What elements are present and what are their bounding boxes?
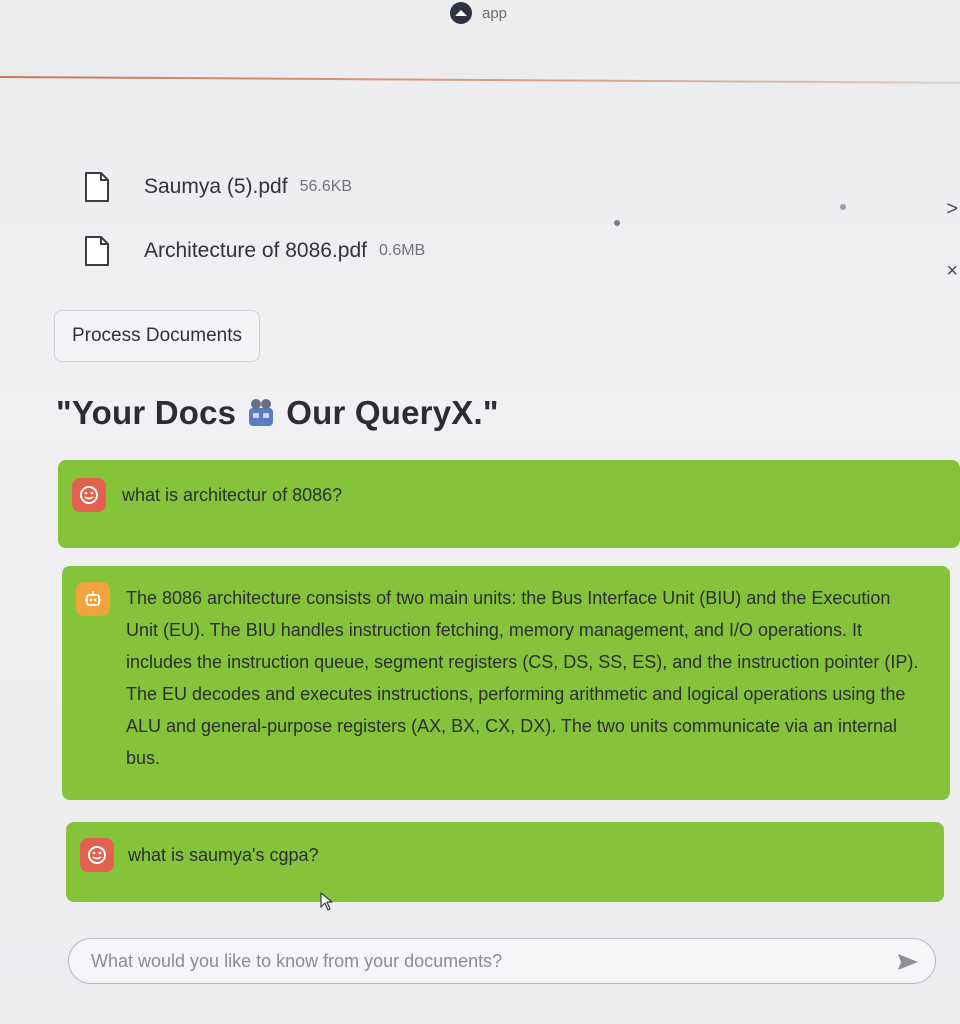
title-left: "Your Docs	[56, 394, 237, 431]
main-content: Saumya (5).pdf 56.6KB Architecture of 80…	[0, 80, 960, 1024]
uploaded-file-item: Architecture of 8086.pdf 0.6MB	[84, 234, 425, 268]
app-name: app	[482, 4, 508, 22]
message-text: what is architectur of 8086?	[122, 485, 343, 505]
file-icon	[85, 172, 109, 202]
page-title: "Your Docs Our QueryX."	[56, 394, 499, 432]
app-page: app Saumya (5).pdf 56.6KB Architecture o…	[0, 0, 960, 1024]
send-arrow-icon[interactable]	[895, 949, 921, 975]
top-bar: app	[0, 0, 960, 33]
message-text: what is saumya's cgpa?	[128, 845, 319, 865]
loading-dot	[840, 204, 846, 210]
chat-message-user: what is saumya's cgpa?	[66, 822, 944, 902]
bot-icon	[76, 582, 110, 616]
chat-message-user: what is architectur of 8086?	[58, 460, 960, 548]
file-name: Architecture of 8086.pdf	[144, 239, 367, 262]
mouse-cursor-icon	[320, 892, 333, 911]
user-face-icon	[80, 838, 114, 872]
app-tab[interactable]: app	[450, 2, 507, 24]
chevron-right-icon[interactable]: >	[946, 198, 958, 221]
file-size: 0.6MB	[378, 242, 426, 259]
streamlit-logo-icon	[450, 2, 472, 24]
loading-dot	[614, 220, 620, 226]
chat-input[interactable]	[89, 949, 879, 973]
title-right: Our QueryX."	[286, 394, 499, 431]
uploaded-file-item: Saumya (5).pdf 56.6KB	[84, 170, 352, 204]
close-icon[interactable]: ×	[946, 260, 958, 283]
robot-emoji-icon	[249, 399, 274, 426]
message-text: The 8086 architecture consists of two ma…	[126, 588, 919, 768]
user-face-icon	[72, 478, 106, 512]
file-size: 56.6KB	[299, 178, 353, 195]
file-name: Saumya (5).pdf	[144, 175, 288, 198]
process-documents-button[interactable]: Process Documents	[54, 310, 260, 362]
chat-message-assistant: The 8086 architecture consists of two ma…	[62, 566, 950, 800]
chat-input-container	[68, 938, 936, 984]
header-strip	[0, 32, 960, 76]
file-icon	[85, 236, 109, 266]
